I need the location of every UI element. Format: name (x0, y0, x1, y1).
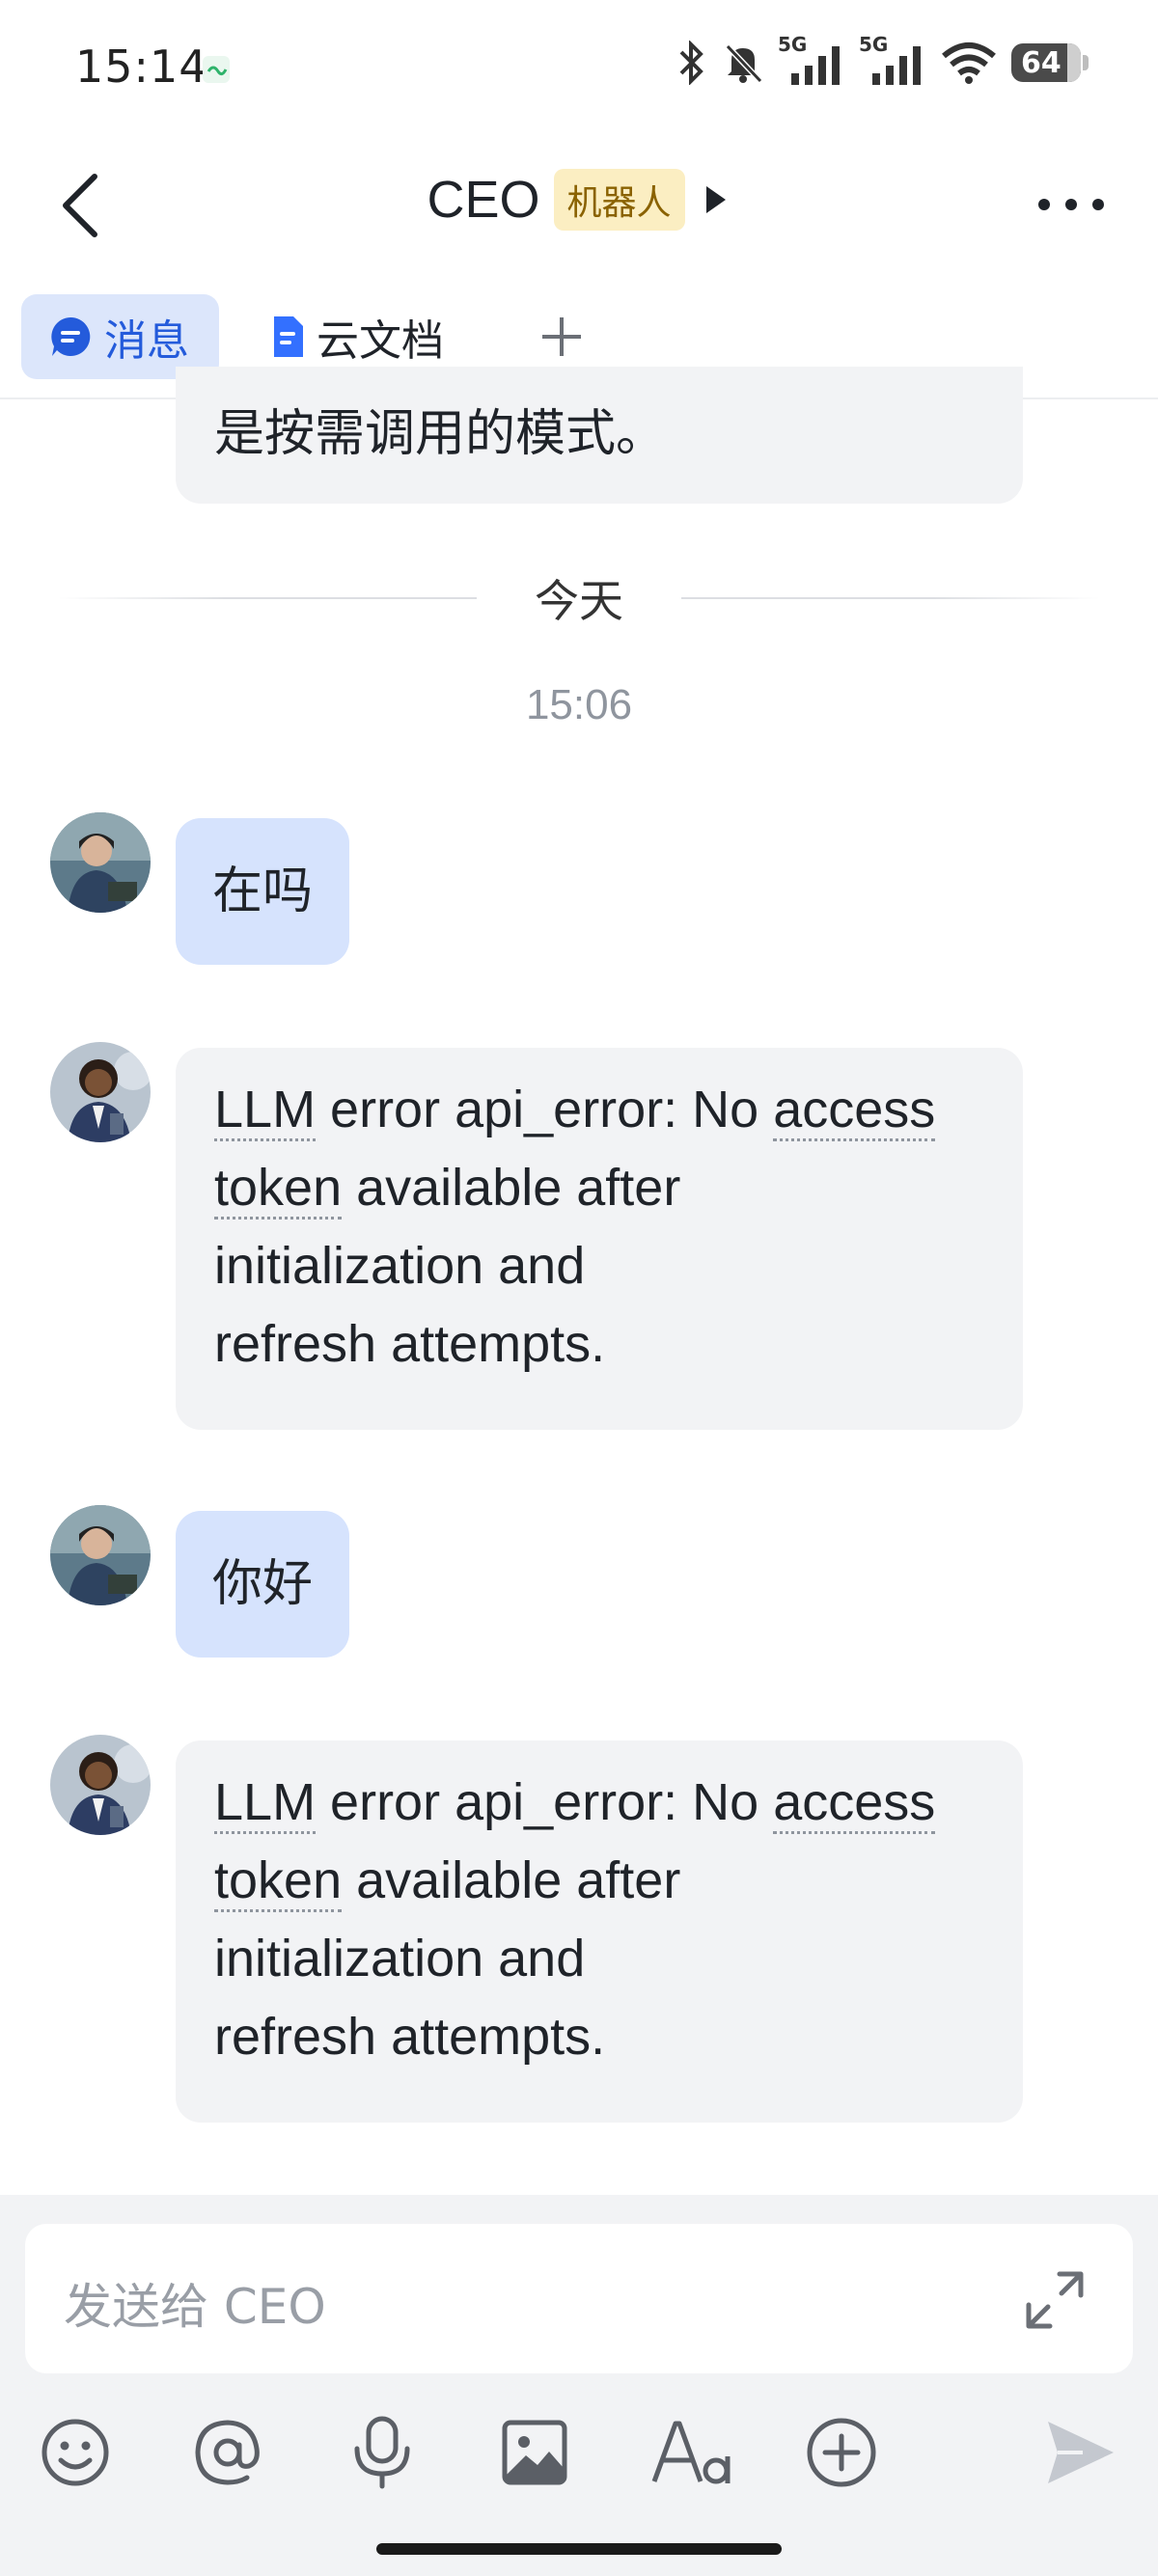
message-text: initialization and refresh attempts. (214, 1237, 606, 1373)
message-input[interactable]: 发送给 CEO (25, 2224, 1133, 2373)
message-bubble-icon (51, 316, 91, 356)
message-text: initialization and refresh attempts. (214, 1930, 606, 2066)
image-icon (502, 2420, 567, 2485)
status-bar: 15:14 5G 5G 64 (0, 0, 1158, 140)
message-bubble-partial[interactable]: 是按需调用的模式。 (176, 367, 1023, 504)
expand-icon[interactable] (1023, 2268, 1087, 2332)
emoji-button[interactable] (37, 2414, 114, 2491)
message-bubble-user[interactable]: 你好 (176, 1511, 350, 1658)
plus-icon (542, 317, 581, 356)
wifi-icon (942, 42, 996, 84)
text-format-icon (651, 2421, 731, 2484)
term-link[interactable]: token (214, 1159, 343, 1219)
app-notification-icon (203, 56, 230, 83)
mention-button[interactable] (189, 2414, 266, 2491)
term-link[interactable]: LLM (214, 1081, 317, 1141)
message-bubble-bot[interactable]: LLM error api_error: No access token ava… (176, 1740, 1023, 2123)
mention-icon (195, 2420, 260, 2485)
home-indicator (376, 2543, 782, 2555)
chat-header: CEO 机器人 (0, 140, 1158, 265)
message-text: available after (342, 1851, 681, 1909)
document-icon (274, 316, 303, 357)
message-text: error api_error: No (316, 1773, 774, 1831)
tab-cloud-docs-label: 云文档 (317, 316, 444, 366)
chat-title[interactable]: CEO (427, 170, 539, 230)
text-format-button[interactable] (650, 2414, 733, 2491)
bluetooth-icon (679, 41, 703, 85)
term-link[interactable]: access (773, 1081, 936, 1141)
message-text: available after (342, 1159, 681, 1217)
divider-line-right (681, 597, 1100, 599)
voice-button[interactable] (344, 2414, 421, 2491)
date-divider: 今天 (58, 564, 1100, 632)
bot-avatar[interactable] (50, 1042, 151, 1142)
message-bubble-bot[interactable]: LLM error api_error: No access token ava… (176, 1048, 1023, 1430)
plus-circle-icon (807, 2418, 876, 2487)
user-avatar[interactable] (50, 1505, 151, 1605)
message-text: 在吗 (212, 863, 314, 920)
emoji-icon (41, 2419, 109, 2486)
tab-messages-label: 消息 (104, 316, 189, 366)
send-icon (1048, 2422, 1114, 2483)
message-input-placeholder: 发送给 CEO (64, 2279, 326, 2335)
battery-icon: 64 (1011, 43, 1089, 82)
term-link[interactable]: LLM (214, 1773, 317, 1834)
microphone-icon (354, 2416, 410, 2489)
message-timestamp: 15:06 (525, 681, 633, 728)
date-divider-label: 今天 (535, 575, 623, 627)
message-text: error api_error: No (316, 1081, 774, 1138)
signal-icon: 5G (778, 33, 845, 87)
message-text: 你好 (212, 1555, 314, 1613)
term-link[interactable]: token (214, 1851, 343, 1912)
status-icons: 5G 5G 64 (676, 33, 1089, 87)
divider-line-left (58, 597, 477, 599)
user-avatar[interactable] (50, 812, 151, 913)
battery-level: 64 (1021, 45, 1062, 80)
term-link[interactable]: access (773, 1773, 936, 1834)
chat-title-group[interactable]: CEO 机器人 (0, 169, 1158, 231)
more-options-icon[interactable] (1033, 190, 1110, 219)
bot-badge: 机器人 (553, 169, 685, 231)
caret-right-icon[interactable] (699, 180, 731, 219)
status-time: 15:14 (75, 41, 208, 93)
bot-avatar[interactable] (50, 1735, 151, 1835)
message-bubble-user[interactable]: 在吗 (176, 818, 350, 965)
composer-toolbar (0, 2402, 1158, 2499)
mute-bell-icon (725, 43, 763, 84)
send-button[interactable] (1042, 2414, 1119, 2491)
more-actions-button[interactable] (803, 2414, 880, 2491)
image-button[interactable] (496, 2414, 573, 2491)
signal-icon-2: 5G (859, 33, 926, 87)
